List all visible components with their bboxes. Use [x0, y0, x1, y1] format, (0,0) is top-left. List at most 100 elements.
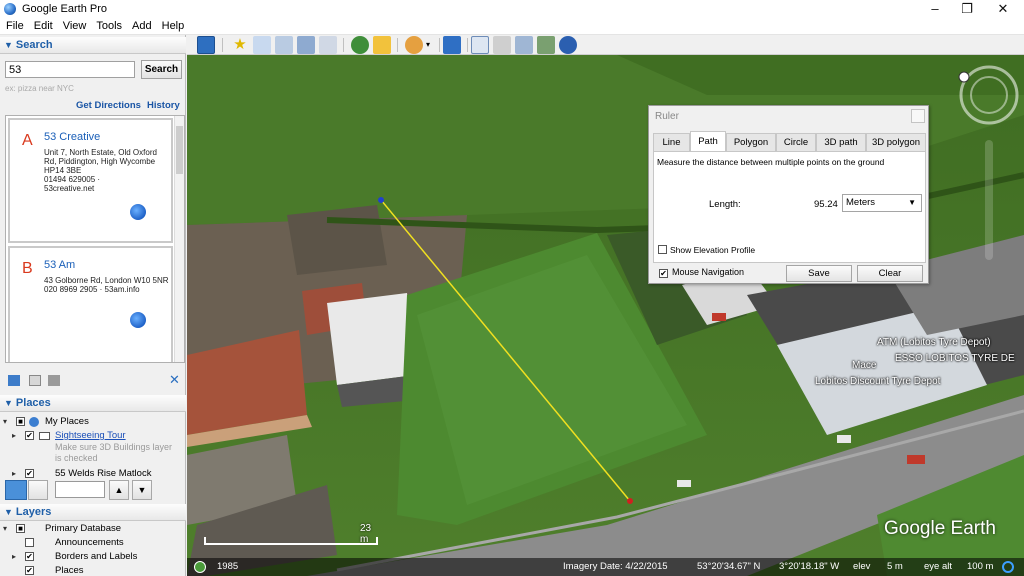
record-tour-icon[interactable] — [319, 36, 337, 54]
sidebar-toggle-icon[interactable] — [197, 36, 215, 54]
sunlight-icon[interactable] — [373, 36, 391, 54]
places-filter-input[interactable] — [55, 481, 105, 498]
tab-3d-polygon[interactable]: 3D polygon — [866, 133, 926, 151]
result-phone: 01494 629005 · — [44, 175, 101, 184]
toggle-panel-button[interactable] — [28, 480, 48, 500]
search-input[interactable] — [5, 61, 135, 78]
maximize-button[interactable]: ❐ — [950, 0, 984, 18]
result-title[interactable]: 53 Creative — [44, 131, 100, 143]
planets-icon[interactable] — [405, 36, 423, 54]
clear-button[interactable]: Clear — [857, 265, 923, 282]
earth-gallery-icon[interactable] — [559, 36, 577, 54]
scroll-thumb[interactable] — [176, 126, 183, 174]
menu-add[interactable]: Add — [128, 20, 156, 32]
collapse-icon[interactable]: ▾ — [3, 415, 7, 429]
get-directions-link[interactable]: Get Directions — [76, 100, 141, 111]
polygon-icon[interactable] — [253, 36, 271, 54]
menu-help[interactable]: Help — [158, 20, 189, 32]
historical-imagery-icon[interactable] — [351, 36, 369, 54]
chevron-down-icon[interactable]: ▾ — [426, 40, 430, 49]
checkbox[interactable] — [658, 245, 667, 254]
view-in-maps-icon[interactable] — [537, 36, 555, 54]
tab-circle[interactable]: Circle — [776, 133, 816, 151]
ruler-icon[interactable] — [443, 36, 461, 54]
tree-item-my-places[interactable]: ▾ ■ My Places — [0, 415, 176, 429]
save-image-icon[interactable] — [515, 36, 533, 54]
collapse-triangle-icon: ▼ — [4, 40, 13, 50]
checkbox[interactable]: ✔ — [25, 566, 34, 575]
expand-icon[interactable]: ▸ — [12, 467, 16, 481]
print-icon[interactable] — [48, 375, 60, 386]
results-scrollbar[interactable] — [174, 116, 184, 362]
globe-icon[interactable] — [130, 204, 146, 220]
print-icon[interactable] — [493, 36, 511, 54]
close-button[interactable]: ✕ — [986, 0, 1020, 18]
checkbox[interactable]: ✔ — [25, 469, 34, 478]
menu-edit[interactable]: Edit — [30, 20, 57, 32]
zoom-slider — [985, 140, 993, 260]
close-icon[interactable] — [911, 109, 925, 123]
places-panel-header[interactable]: ▼ Places — [0, 395, 186, 412]
places-heading: Places — [15, 397, 51, 409]
image-overlay-icon[interactable] — [297, 36, 315, 54]
globe-icon[interactable] — [130, 312, 146, 328]
expand-icon[interactable]: ▸ — [12, 550, 16, 564]
tab-3d-path[interactable]: 3D path — [816, 133, 866, 151]
tree-item-borders[interactable]: ▸ ✔ Borders and Labels — [0, 550, 176, 564]
tree-label[interactable]: Sightseeing Tour — [55, 429, 126, 443]
add-to-places-icon[interactable] — [8, 375, 20, 386]
tree-item-primary-db[interactable]: ▾ ■ Primary Database — [0, 522, 176, 536]
checkbox[interactable]: ■ — [16, 524, 25, 533]
sidebar: ▼Search Search ex: pizza near NYC Get Di… — [0, 35, 186, 576]
checkbox[interactable] — [25, 538, 34, 547]
minimize-button[interactable]: – — [918, 0, 952, 18]
poi-label[interactable]: Mace — [852, 360, 876, 371]
elevation-profile-checkbox[interactable]: Show Elevation Profile — [658, 244, 755, 255]
tree-label: My Places — [45, 416, 89, 427]
tree-item-saved-place[interactable]: ▸ ✔ 55 Welds Rise Matlock — [0, 467, 176, 481]
tree-label: Borders and Labels — [55, 551, 138, 562]
search-panel-header[interactable]: ▼ Search — [0, 37, 186, 54]
menu-tools[interactable]: Tools — [92, 20, 126, 32]
unit-selected: Meters — [846, 197, 876, 208]
history-link[interactable]: History — [147, 100, 180, 111]
checkbox[interactable]: ✔ — [25, 431, 34, 440]
mouse-navigation-checkbox[interactable]: ✔ Mouse Navigation — [659, 267, 744, 278]
checkbox[interactable]: ✔ — [25, 552, 34, 561]
copy-icon[interactable] — [29, 375, 41, 386]
move-down-button[interactable]: ▼ — [132, 480, 152, 500]
placemark-icon[interactable]: ★ — [231, 36, 249, 54]
tab-path[interactable]: Path — [690, 131, 726, 152]
layers-panel-header[interactable]: ▼ Layers — [0, 504, 186, 521]
search-result[interactable]: A 53 Creative Unit 7, North Estate, Old … — [8, 118, 173, 243]
historical-imagery-icon[interactable] — [194, 561, 206, 573]
unit-select[interactable]: Meters ▼ — [842, 194, 922, 212]
result-title[interactable]: 53 Am — [44, 259, 75, 271]
search-button[interactable]: Search — [141, 60, 182, 79]
checkbox[interactable]: ■ — [16, 417, 25, 426]
tab-polygon[interactable]: Polygon — [726, 133, 776, 151]
ruler-tabs: Line Path Polygon Circle 3D path 3D poly… — [653, 131, 926, 152]
elevation-value: 5 m — [887, 561, 903, 572]
poi-label[interactable]: ESSO LOBITOS TYRE DE — [895, 353, 1015, 364]
eye-alt-label: eye alt — [924, 561, 952, 572]
menu-view[interactable]: View — [59, 20, 91, 32]
search-result[interactable]: B 53 Am 43 Golborne Rd, London W10 5NR 0… — [8, 246, 173, 362]
poi-label[interactable]: Lobitos Discount Tyre Depot — [815, 376, 940, 387]
save-button[interactable]: Save — [786, 265, 852, 282]
tab-line[interactable]: Line — [653, 133, 690, 151]
move-up-button[interactable]: ▲ — [109, 480, 129, 500]
poi-label[interactable]: ATM (Lobitos Tyre Depot) — [877, 337, 991, 348]
checkbox[interactable]: ✔ — [659, 269, 668, 278]
tree-item-announcements[interactable]: Announcements — [0, 536, 176, 550]
scale-line — [204, 543, 378, 545]
collapse-icon[interactable]: ▾ — [3, 522, 7, 536]
tree-item-sightseeing[interactable]: ▸ ✔ Sightseeing Tour — [0, 429, 176, 443]
close-icon[interactable]: ✕ — [169, 372, 180, 388]
path-icon[interactable] — [275, 36, 293, 54]
tree-item-places-layer[interactable]: ✔ Places — [0, 564, 176, 576]
expand-icon[interactable]: ▸ — [12, 429, 16, 443]
menu-file[interactable]: File — [2, 20, 28, 32]
email-icon[interactable] — [471, 36, 489, 54]
search-places-button[interactable] — [5, 480, 27, 500]
